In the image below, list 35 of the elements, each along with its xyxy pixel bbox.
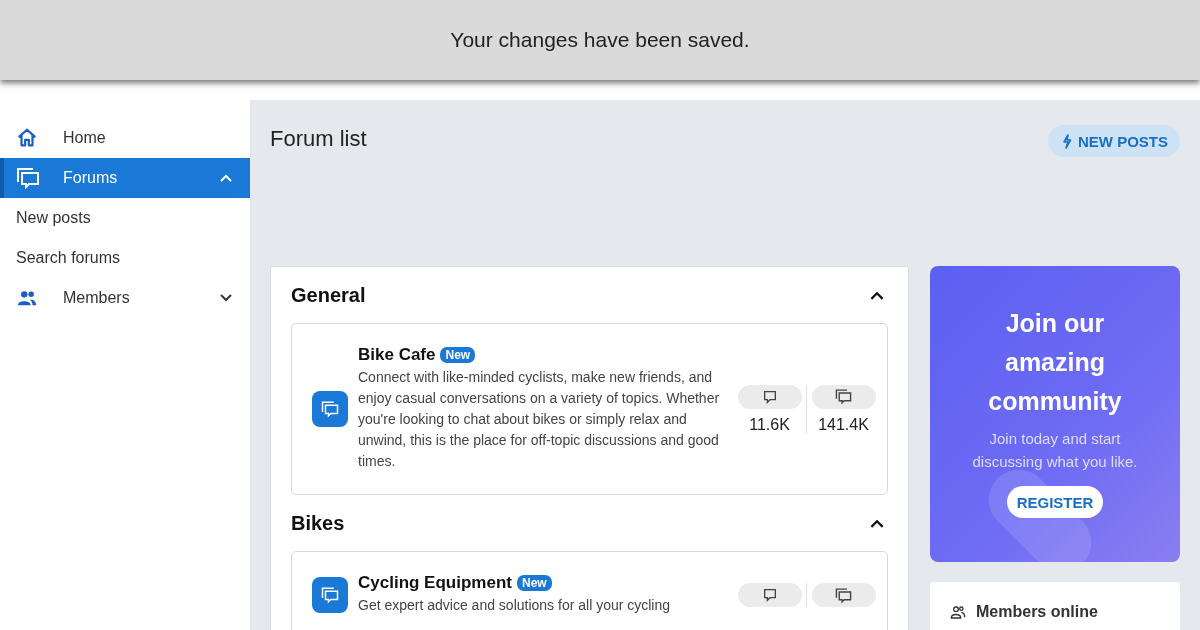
register-button[interactable]: REGISTER [1006,486,1104,518]
page-title: Forum list [270,126,367,152]
join-title: Join our amazing community [987,308,1123,417]
forum-icon [312,391,348,427]
threads-icon [737,583,802,607]
sidebar-item[interactable]: Members [0,278,250,318]
forum-description: Connect with like-minded cyclists, make new friends, and enjoy casual conversations on a variety of topics. Whether you're looking to chat about bikes or simply relax and unwind, this is the place for off-topic discussions and good times. [358,368,721,471]
threads-icon [737,384,802,409]
home-icon [16,127,38,149]
sidebar-item[interactable]: Home [0,118,250,158]
category-title[interactable]: General [291,283,366,307]
notification-message: Your changes have been saved. [450,28,750,52]
messages-icon [811,384,876,409]
category-title[interactable]: Bikes [291,511,345,535]
forum-icon [312,577,348,613]
messages-icon [811,583,876,607]
new-badge: New [516,575,552,591]
caret-icon[interactable] [220,294,232,302]
members-online-title: Members online [976,603,1098,621]
threads-count: 11.6K [749,415,790,434]
caret-icon[interactable] [870,518,884,528]
forum-title[interactable]: Bike Cafe [358,345,436,365]
chat-bubbles-icon [16,166,40,190]
forum-description: Get expert advice and solutions for all your cycling [358,596,672,615]
join-text: Join today and start discussing what you like. [971,429,1139,472]
messages-count: 141.4K [818,415,869,434]
sidebar-item[interactable]: New posts [0,198,250,238]
sidebar-item[interactable]: Forums [0,158,250,198]
new-badge: New [440,347,476,363]
people-icon [950,604,966,620]
forum-title[interactable]: Cycling Equipment [358,573,512,593]
sidebar-item[interactable]: Search forums [0,238,250,278]
bolt-icon [1062,133,1072,149]
new-posts-button[interactable]: NEW POSTS [1048,125,1180,157]
caret-icon[interactable] [870,290,884,300]
